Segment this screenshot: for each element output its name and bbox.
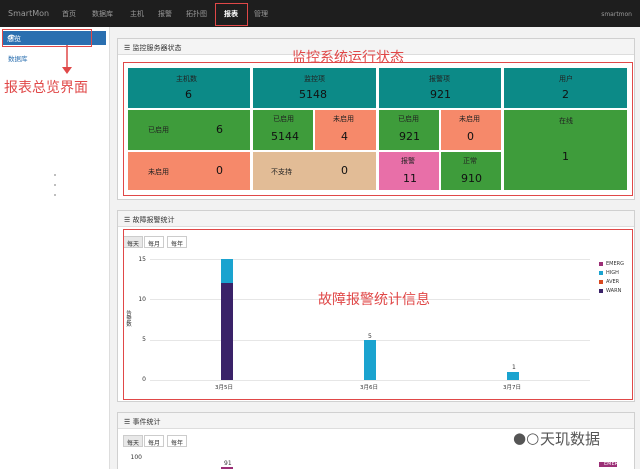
wechat-icon: ●○	[513, 429, 540, 447]
list-icon: ☰	[124, 44, 131, 52]
list-icon: ☰	[124, 418, 131, 426]
tab-monthly[interactable]: 每月	[144, 435, 165, 447]
annotation-fault-stats: 故障报警统计信息	[318, 292, 430, 308]
user-menu[interactable]: smartmon	[601, 11, 632, 18]
panel-header: ☰ 事件统计	[118, 413, 634, 429]
watermark-text: 天玑数据	[540, 430, 601, 448]
annotation-monitor-status: 监控系统运行状态	[292, 50, 404, 66]
divider-dot	[54, 194, 56, 196]
tab-daily[interactable]: 每天	[123, 435, 144, 447]
divider-dot	[54, 174, 56, 176]
annotation-arrow-icon	[62, 45, 72, 74]
event-period-tabs: 每天 每月 每年	[123, 435, 193, 447]
panel-header: ☰ 故障报警统计	[118, 211, 634, 227]
tab-yearly[interactable]: 每年	[167, 435, 188, 447]
panel-title: 监控服务器状态	[132, 44, 182, 52]
top-navbar: SmartMon 首页 数据库 主机 报警 拓扑图 报表 管理 smartmon	[0, 0, 640, 27]
status-highlight	[123, 62, 633, 196]
panel-title: 故障报警统计	[132, 216, 175, 224]
nav-report-highlight	[215, 3, 248, 26]
sidebar-item-database[interactable]: 数据库	[8, 53, 28, 63]
list-icon: ☰	[124, 216, 131, 224]
nav-home[interactable]: 首页	[62, 9, 76, 19]
event-bar-label: 91	[224, 460, 232, 467]
brand-logo[interactable]: SmartMon	[8, 9, 49, 18]
sidebar-highlight	[2, 29, 92, 47]
event-legend-label: EMERG	[604, 461, 622, 467]
panel-title: 事件统计	[132, 418, 161, 426]
alarm-chart-highlight	[123, 229, 633, 400]
divider-dot	[54, 184, 56, 186]
nav-topology[interactable]: 拓扑图	[186, 9, 207, 19]
event-y-tick-label: 100	[130, 454, 142, 461]
nav-database[interactable]: 数据库	[92, 9, 113, 19]
nav-manage[interactable]: 管理	[254, 9, 268, 19]
annotation-report-overview: 报表总览界面	[4, 80, 88, 96]
nav-alarm[interactable]: 报警	[158, 9, 172, 19]
nav-host[interactable]: 主机	[130, 9, 144, 19]
